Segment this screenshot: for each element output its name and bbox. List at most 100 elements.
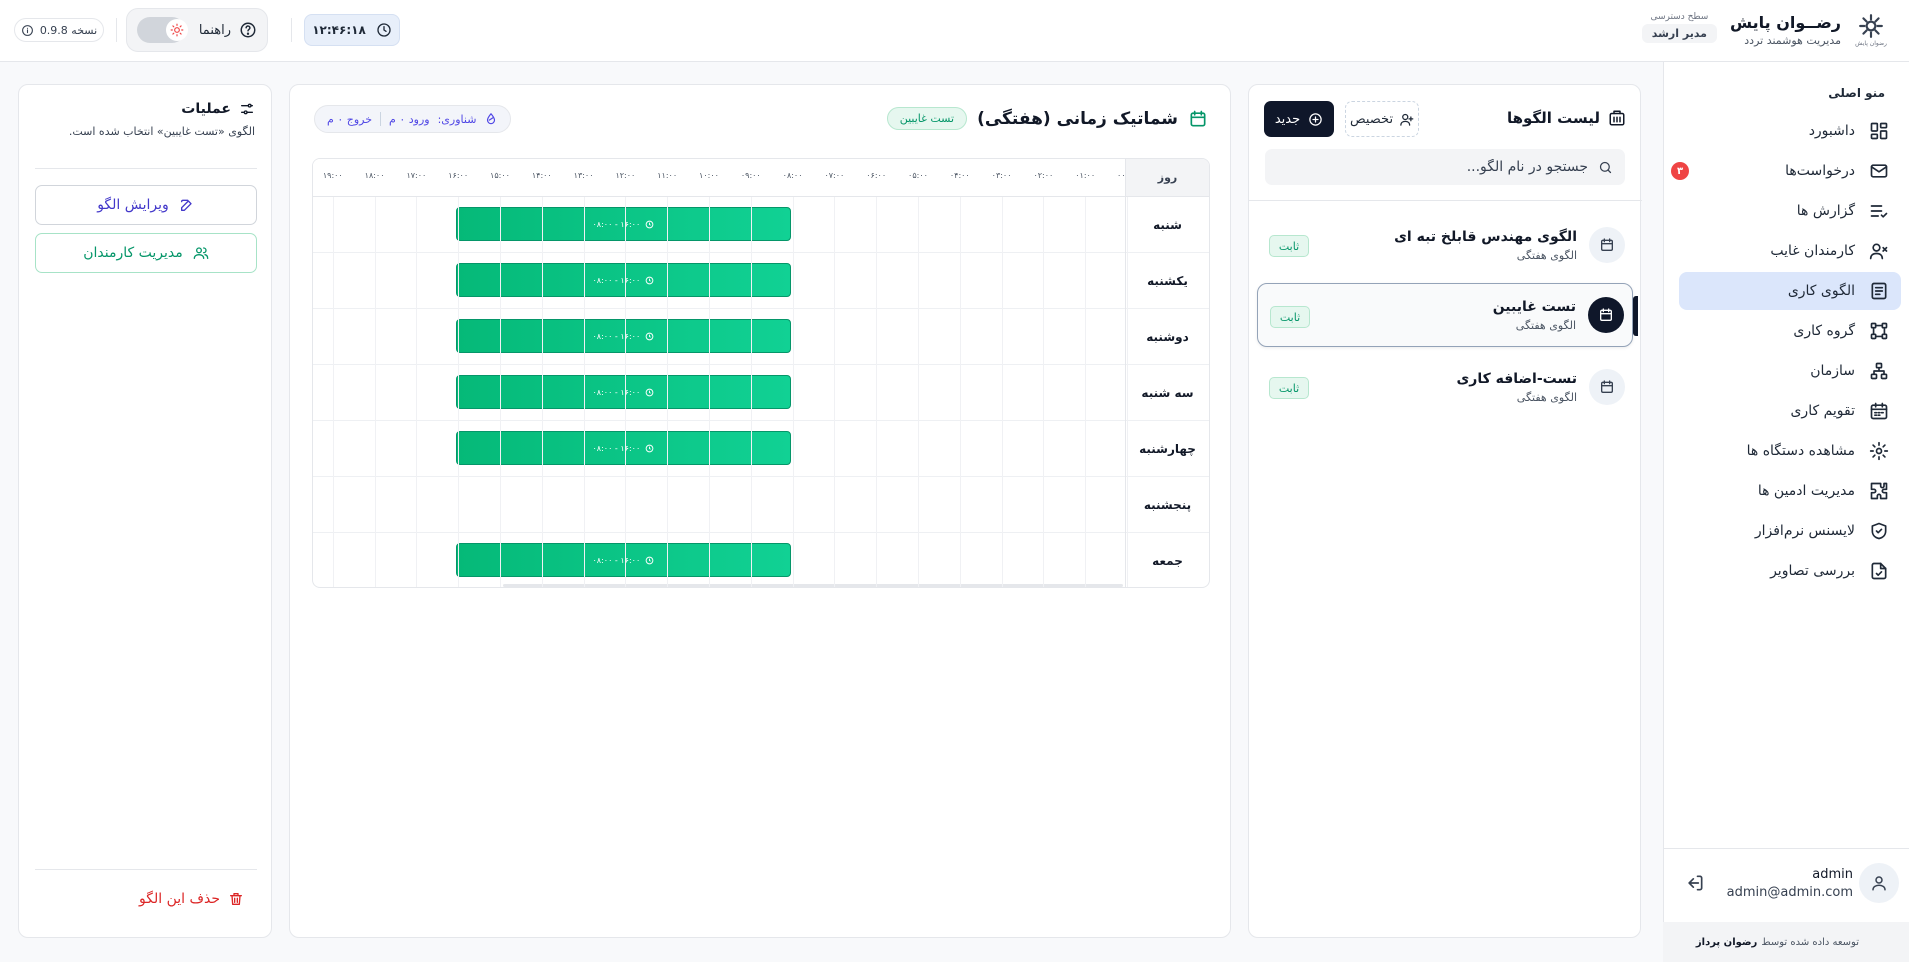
floating-in: ورود ۰ م	[389, 112, 430, 126]
shift-time: ۰۸:۰۰ - ۱۶:۰۰	[592, 387, 641, 397]
day-name: یکشنبه	[1125, 253, 1209, 309]
plus-circle-icon	[1309, 112, 1322, 126]
schedule-title: شماتیک زمانی (هفتگی)	[977, 108, 1178, 129]
theme-toggle[interactable]	[137, 17, 188, 43]
sidebar-item-work-calendar[interactable]: تقویم کاری	[1679, 392, 1901, 430]
hour-gridline	[458, 197, 460, 587]
divider	[1249, 200, 1642, 201]
sidebar-item-reports[interactable]: گزارش ها	[1679, 192, 1901, 230]
hour-gridline	[750, 197, 752, 587]
clock-time: ۱۲:۴۶:۱۸	[312, 23, 366, 37]
sidebar-item-dashboard[interactable]: داشبورد	[1679, 112, 1901, 150]
credit-prefix: توسعه داده شده توسط	[1761, 936, 1859, 948]
pattern-list-panel: لیست الگوها تخصیص جدید الگوی مهندس قابلخ…	[1248, 84, 1642, 938]
shift-time: ۰۸:۰۰ - ۱۶:۰۰	[592, 443, 641, 453]
delete-pattern-label: حذف این الگو	[139, 891, 220, 907]
hour-gridline	[1043, 197, 1045, 587]
shift-block[interactable]: ۰۸:۰۰ - ۱۶:۰۰	[456, 263, 791, 297]
schedule-grid: ۰۰:۰۰۰۱:۰۰۰۲:۰۰۰۳:۰۰۰۴:۰۰۰۵:۰۰۰۶:۰۰۰۷:۰۰…	[312, 158, 1210, 588]
schedule-pattern-tag: تست غایبین	[886, 107, 968, 130]
hour-gridline	[416, 197, 418, 587]
sidebar-item-organization[interactable]: سازمان	[1679, 352, 1901, 390]
sidebar-item-license[interactable]: لایسنس نرم‌افزار	[1679, 512, 1901, 550]
info-icon	[21, 24, 33, 36]
user-name: admin	[1812, 867, 1853, 882]
logout-button[interactable]	[1685, 873, 1705, 893]
assign-button[interactable]: تخصیص	[1345, 101, 1419, 137]
sidebar-item-admin-management[interactable]: مدیریت ادمین ها	[1679, 472, 1901, 510]
pattern-search-input[interactable]	[1288, 159, 1588, 175]
hour-tick: ۰۸:۰۰	[782, 171, 803, 180]
sidebar-item-label: گروه کاری	[1793, 323, 1855, 339]
day-row: دوشنبه ۰۸:۰۰ - ۱۶:۰۰	[313, 309, 1209, 365]
clock-icon	[645, 556, 654, 564]
hour-tick: ۰۱:۰۰	[1075, 171, 1096, 180]
access-level-badge: مدیر ارشد	[1641, 24, 1717, 43]
shift-block[interactable]: ۰۸:۰۰ - ۱۶:۰۰	[456, 375, 791, 409]
sidebar-item-label: الگوی کاری	[1787, 283, 1855, 299]
pattern-search	[1265, 149, 1625, 185]
sidebar-item-label: گزارش ها	[1796, 203, 1855, 219]
hour-gridline	[583, 197, 585, 587]
divider	[35, 168, 257, 169]
operations-panel: عملیات الگوی «تست غایبین» انتخاب شده است…	[18, 84, 272, 938]
shift-block[interactable]: ۰۸:۰۰ - ۱۶:۰۰	[456, 431, 791, 465]
new-pattern-button[interactable]: جدید	[1264, 101, 1334, 137]
guide-button[interactable]: راهنما	[199, 21, 257, 39]
day-name: دوشنبه	[1125, 309, 1209, 365]
edit-icon	[180, 199, 192, 211]
day-name: شنبه	[1125, 197, 1209, 253]
hour-tick: ۱۵:۰۰	[490, 171, 510, 180]
horizontal-scrollbar[interactable]	[503, 584, 1123, 587]
logout-icon	[1688, 875, 1703, 891]
hour-tick: ۰۲:۰۰	[1033, 171, 1054, 180]
sidebar-item-image-review[interactable]: بررسی تصاویر	[1679, 552, 1901, 590]
version-badge: نسخه 0.9.8	[14, 18, 104, 42]
delete-pattern-button[interactable]: حذف این الگو	[139, 891, 244, 907]
manage-employees-label: مدیریت کارمندان	[83, 245, 183, 261]
shift-block[interactable]: ۰۸:۰۰ - ۱۶:۰۰	[456, 319, 791, 353]
avatar[interactable]	[1859, 863, 1899, 903]
sidebar-item-requests[interactable]: درخواست‌ها ۳	[1671, 152, 1901, 190]
hour-gridline	[374, 197, 376, 587]
pattern-item[interactable]: الگوی مهندس قابلخ تبه ای الگوی هفتگی ثاب…	[1257, 213, 1633, 277]
sidebar-item-work-pattern[interactable]: الگوی کاری	[1679, 272, 1901, 310]
hour-gridline	[1085, 197, 1087, 587]
day-row: چهارشنبه ۰۸:۰۰ - ۱۶:۰۰	[313, 421, 1209, 477]
pattern-item[interactable]: تست-اضافه کاری الگوی هفتگی ثابت	[1257, 355, 1633, 419]
sidebar-item-absent-employees[interactable]: کارمندان غایب	[1679, 232, 1901, 270]
shift-block[interactable]: ۰۸:۰۰ - ۱۶:۰۰	[456, 207, 791, 241]
edit-pattern-button[interactable]: ویرایش الگو	[35, 185, 257, 225]
hour-tick: ۱۴:۰۰	[531, 171, 552, 180]
sidebar-item-label: درخواست‌ها	[1785, 163, 1855, 179]
drop-icon	[487, 113, 496, 125]
hour-tick: ۱۰:۰۰	[699, 171, 719, 180]
day-row: جمعه ۰۸:۰۰ - ۱۶:۰۰	[313, 533, 1209, 587]
manage-employees-button[interactable]: مدیریت کارمندان	[35, 233, 257, 273]
sidebar-menu: داشبورد درخواست‌ها ۳ گزارش ها کارمندان غ…	[1671, 112, 1901, 592]
inbox-icon	[1870, 164, 1888, 178]
pattern-item-selected[interactable]: تست غایبین الگوی هفتگی ثابت	[1257, 283, 1638, 347]
hour-tick: ۰۶:۰۰	[866, 171, 887, 180]
brand-logo-text: رضوان پایش	[1855, 40, 1887, 47]
schedule-panel: شماتیک زمانی (هفتگی) تست غایبین شناوری: …	[289, 84, 1231, 938]
group-icon	[1870, 322, 1888, 340]
hour-gridline	[959, 197, 961, 587]
sun-icon	[170, 23, 184, 37]
clock-icon	[645, 220, 654, 228]
brand-subtitle: مدیریت هوشمند تردد	[1744, 34, 1841, 47]
edit-pattern-label: ویرایش الگو	[97, 197, 169, 213]
sidebar-item-work-group[interactable]: گروه کاری	[1679, 312, 1901, 350]
shift-time: ۰۸:۰۰ - ۱۶:۰۰	[592, 555, 641, 565]
requests-count-badge: ۳	[1671, 162, 1689, 180]
sidebar-item-label: مشاهده دستگاه ها	[1746, 443, 1855, 459]
hour-gridline	[500, 197, 501, 587]
clock: ۱۲:۴۶:۱۸	[304, 14, 400, 46]
shift-block[interactable]: ۰۸:۰۰ - ۱۶:۰۰	[456, 543, 791, 577]
pattern-name: الگوی مهندس قابلخ تبه ای	[1394, 228, 1577, 245]
sidebar-item-devices[interactable]: مشاهده دستگاه ها	[1679, 432, 1901, 470]
pattern-tag: ثابت	[1270, 306, 1310, 328]
floating-label: شناوری:	[437, 112, 477, 126]
day-row: یکشنبه ۰۸:۰۰ - ۱۶:۰۰	[313, 253, 1209, 309]
menu-title: منو اصلی	[1828, 86, 1885, 100]
